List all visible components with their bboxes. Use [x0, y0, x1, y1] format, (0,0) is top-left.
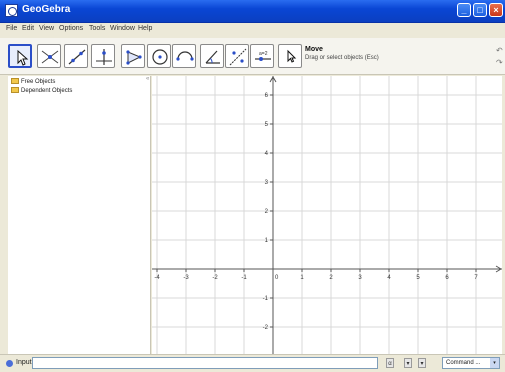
move-graphics-view-icon [287, 49, 297, 63]
x-tick-label: -4 [154, 275, 160, 281]
command-select-value: Command ... [446, 360, 481, 366]
command-select[interactable]: Command ... ▾ [442, 357, 500, 369]
x-tick-label: 1 [300, 275, 304, 281]
minimize-button[interactable]: _ [457, 3, 471, 17]
folder-icon [11, 87, 19, 93]
geogebra-app-icon [5, 4, 18, 17]
menu-help[interactable]: Help [138, 25, 152, 32]
input-bar: Input: α ▾ ▾ Command ... ▾ [0, 354, 505, 372]
conic-tool-button[interactable] [172, 44, 196, 68]
line-tool-button[interactable] [64, 44, 88, 68]
angle-icon [205, 50, 220, 64]
x-tick-label: 2 [329, 275, 333, 281]
y-tick-label: 1 [265, 238, 269, 244]
tree-item-label: Dependent Objects [21, 88, 73, 94]
menu-bar: File Edit View Options Tools Window Help [0, 23, 505, 37]
y-tick-label: -1 [263, 296, 269, 302]
coordinate-grid: -4-3-2-101234567887654321-1-2 [152, 76, 502, 354]
y-tick-label: 5 [265, 122, 269, 128]
menu-file[interactable]: File [6, 25, 17, 32]
polygon-tool-button[interactable] [121, 44, 145, 68]
y-tick-label: 3 [265, 180, 269, 186]
redo-icon[interactable]: ↷ [496, 58, 503, 67]
menu-tools[interactable]: Tools [89, 25, 105, 32]
circle-tool-button[interactable] [147, 44, 171, 68]
undo-icon[interactable]: ↶ [496, 46, 503, 55]
x-tick-label: -2 [212, 275, 218, 281]
menu-window[interactable]: Window [110, 25, 135, 32]
input-help-icon[interactable] [6, 360, 13, 367]
maximize-button[interactable]: □ [473, 3, 487, 17]
title-bar[interactable]: GeoGebra _ □ × [0, 0, 505, 23]
menu-edit[interactable]: Edit [22, 25, 34, 32]
reflect-about-line-icon [229, 48, 247, 66]
input-label: Input: [16, 359, 34, 366]
y-tick-label: 4 [265, 151, 269, 157]
x-tick-label: 0 [275, 275, 279, 281]
perpendicular-tool-button[interactable] [91, 44, 115, 68]
menu-options[interactable]: Options [59, 25, 83, 32]
y-tick-label: 6 [265, 93, 269, 99]
greek-dropdown-button[interactable]: ▾ [404, 358, 412, 368]
active-tool-help: Drag or select objects (Esc) [305, 55, 379, 61]
circle-with-center-icon [152, 49, 168, 65]
tree-item-label: Free Objects [21, 79, 56, 85]
window-title: GeoGebra [22, 4, 71, 15]
slider-icon: a=2 [255, 51, 271, 61]
chevron-down-icon[interactable]: ▾ [490, 358, 499, 368]
geogebra-window: GeoGebra _ □ × File Edit View Options To… [0, 0, 505, 372]
slider-tool-button[interactable]: a=2 [250, 44, 274, 68]
active-tool-name: Move [305, 46, 323, 53]
move-view-tool-button[interactable] [278, 44, 302, 68]
svg-text:a=2: a=2 [259, 51, 268, 57]
graphics-view[interactable]: -4-3-2-101234567887654321-1-2 [152, 76, 502, 354]
tree-item-free-objects[interactable]: Free Objects [11, 78, 55, 85]
toolbar: a=2 [0, 38, 505, 75]
move-arrow-icon [17, 49, 29, 66]
close-button[interactable]: × [489, 3, 503, 17]
symbol-dropdown-button[interactable]: α [386, 358, 394, 368]
x-tick-label: 7 [474, 275, 478, 281]
intersect-point-icon [41, 50, 59, 64]
reflect-tool-button[interactable] [225, 44, 249, 68]
y-tick-label: 2 [265, 209, 269, 215]
menu-view[interactable]: View [39, 25, 54, 32]
semicircle-icon [176, 51, 194, 61]
x-tick-label: -1 [241, 275, 247, 281]
point-tool-button[interactable] [37, 44, 61, 68]
tree-item-dependent-objects[interactable]: Dependent Objects [11, 87, 72, 94]
x-tick-label: 5 [416, 275, 420, 281]
folder-icon [11, 78, 19, 84]
move-tool-button[interactable] [8, 44, 32, 68]
y-tick-label: -2 [263, 325, 269, 331]
perpendicular-line-icon [96, 49, 112, 65]
panel-divider-handle[interactable]: « [146, 76, 149, 82]
x-tick-label: 3 [358, 275, 362, 281]
x-tick-label: -3 [183, 275, 189, 281]
x-tick-label: 6 [445, 275, 449, 281]
angle-tool-button[interactable] [200, 44, 224, 68]
polygon-icon [126, 50, 142, 65]
line-through-points-icon [68, 49, 86, 65]
x-tick-label: 4 [387, 275, 391, 281]
algebra-view: Free Objects Dependent Objects [8, 76, 151, 354]
letter-dropdown-button[interactable]: ▾ [418, 358, 426, 368]
input-field[interactable] [32, 357, 378, 369]
